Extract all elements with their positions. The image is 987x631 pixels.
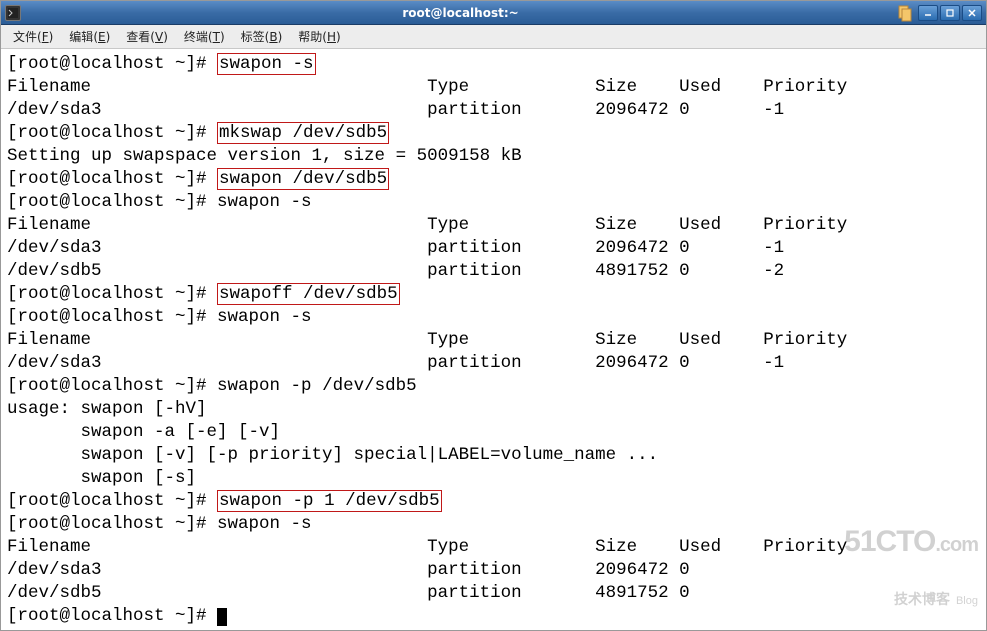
prompt: [root@localhost ~]# <box>7 376 217 396</box>
col-used: Used <box>679 537 721 557</box>
prompt: [root@localhost ~]# <box>7 284 217 304</box>
col-priority: Priority <box>763 330 847 350</box>
terminal-cursor <box>217 608 227 626</box>
col-priority: Priority <box>763 77 847 97</box>
col-size: Size <box>595 77 637 97</box>
col-used: Used <box>679 215 721 235</box>
cmd-swapon-s-4: swapon -s <box>217 514 312 534</box>
col-type: Type <box>427 330 469 350</box>
col-size: Size <box>595 215 637 235</box>
close-button[interactable] <box>962 5 982 21</box>
menu-help[interactable]: 帮助(H) <box>290 26 348 47</box>
prompt: [root@localhost ~]# <box>7 491 217 511</box>
cell: partition <box>427 583 522 603</box>
col-filename: Filename <box>7 215 91 235</box>
cell: partition <box>427 100 522 120</box>
maximize-button[interactable] <box>940 5 960 21</box>
output-line: Setting up swapspace version 1, size = 5… <box>7 146 522 166</box>
prompt: [root@localhost ~]# <box>7 192 217 212</box>
menu-edit[interactable]: 编辑(E) <box>61 26 118 47</box>
terminal-app-icon <box>5 5 21 21</box>
cell: /dev/sda3 <box>7 238 102 258</box>
col-priority: Priority <box>763 537 847 557</box>
col-type: Type <box>427 537 469 557</box>
usage-line: swapon [-s] <box>7 468 196 488</box>
prompt: [root@localhost ~]# <box>7 307 217 327</box>
terminal-output[interactable]: [root@localhost ~]# swapon -s Filename T… <box>1 49 986 630</box>
cell: 0 <box>679 238 690 258</box>
window-buttons <box>918 5 982 21</box>
menubar: 文件(F) 编辑(E) 查看(V) 终端(T) 标签(B) 帮助(H) <box>1 25 986 49</box>
cell: 4891752 <box>595 261 669 281</box>
usage-line: swapon -a [-e] [-v] <box>7 422 280 442</box>
cell: -1 <box>763 238 784 258</box>
prompt: [root@localhost ~]# <box>7 169 217 189</box>
cell: 2096472 <box>595 238 669 258</box>
menu-view[interactable]: 查看(V) <box>118 26 176 47</box>
cell: 0 <box>679 583 690 603</box>
cell: 0 <box>679 261 690 281</box>
menu-tabs[interactable]: 标签(B) <box>233 26 291 47</box>
cell: partition <box>427 238 522 258</box>
col-type: Type <box>427 215 469 235</box>
col-size: Size <box>595 330 637 350</box>
prompt: [root@localhost ~]# <box>7 606 217 626</box>
cell: -1 <box>763 100 784 120</box>
cell: partition <box>427 261 522 281</box>
cmd-swapon-s-3: swapon -s <box>217 307 312 327</box>
cmd-swapon-p-bad: swapon -p /dev/sdb5 <box>217 376 417 396</box>
minimize-button[interactable] <box>918 5 938 21</box>
cell: 2096472 <box>595 560 669 580</box>
prompt: [root@localhost ~]# <box>7 123 217 143</box>
cell: 2096472 <box>595 353 669 373</box>
cell: -2 <box>763 261 784 281</box>
cell: 2096472 <box>595 100 669 120</box>
cmd-swapon-s-2: swapon -s <box>217 192 312 212</box>
menu-terminal[interactable]: 终端(T) <box>176 26 233 47</box>
cell: /dev/sdb5 <box>7 261 102 281</box>
prompt: [root@localhost ~]# <box>7 514 217 534</box>
menu-file[interactable]: 文件(F) <box>5 26 61 47</box>
prompt: [root@localhost ~]# <box>7 54 217 74</box>
cmd-swapon-dev: swapon /dev/sdb5 <box>217 168 389 190</box>
watermark: 51CTO.com 技术博客Blog <box>844 492 978 625</box>
cell: 0 <box>679 560 690 580</box>
col-priority: Priority <box>763 215 847 235</box>
cell: 4891752 <box>595 583 669 603</box>
window-title: root@localhost:~ <box>27 6 894 20</box>
cmd-swapon-p1: swapon -p 1 /dev/sdb5 <box>217 490 442 512</box>
cell: partition <box>427 353 522 373</box>
col-filename: Filename <box>7 537 91 557</box>
cell: 0 <box>679 100 690 120</box>
cell: /dev/sda3 <box>7 560 102 580</box>
cell: /dev/sda3 <box>7 353 102 373</box>
usage-line: swapon [-v] [-p priority] special|LABEL=… <box>7 445 658 465</box>
cell: 0 <box>679 353 690 373</box>
col-filename: Filename <box>7 330 91 350</box>
usage-line: usage: swapon [-hV] <box>7 399 207 419</box>
cmd-swapon-s-1: swapon -s <box>217 53 316 75</box>
cell: /dev/sda3 <box>7 100 102 120</box>
col-used: Used <box>679 77 721 97</box>
col-size: Size <box>595 537 637 557</box>
col-type: Type <box>427 77 469 97</box>
cmd-swapoff: swapoff /dev/sdb5 <box>217 283 400 305</box>
window-titlebar: root@localhost:~ <box>1 1 986 25</box>
col-used: Used <box>679 330 721 350</box>
documents-icon <box>894 3 914 23</box>
cell: partition <box>427 560 522 580</box>
cell: -1 <box>763 353 784 373</box>
cell: /dev/sdb5 <box>7 583 102 603</box>
cmd-mkswap: mkswap /dev/sdb5 <box>217 122 389 144</box>
col-filename: Filename <box>7 77 91 97</box>
